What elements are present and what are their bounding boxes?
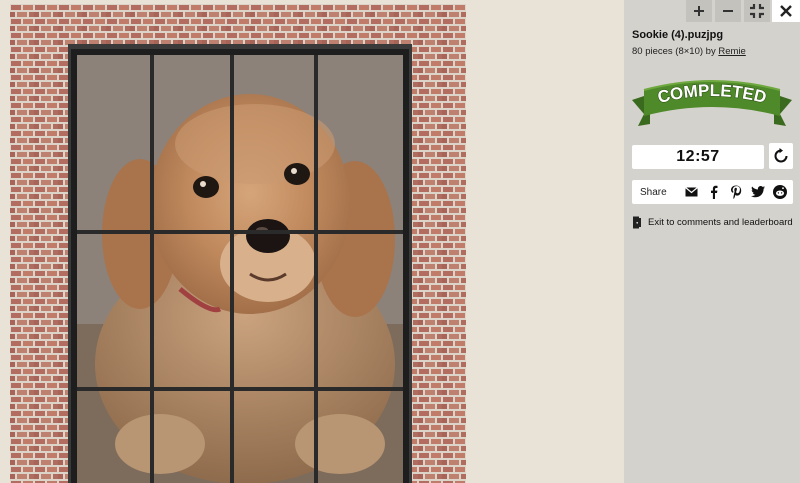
puzzle-sidebar: Sookie (4).puzjpg 80 pieces (8×10) by Re… bbox=[624, 0, 800, 483]
zoom-out-button[interactable] bbox=[715, 0, 741, 22]
author-link[interactable]: Remie bbox=[718, 46, 745, 57]
twitter-icon bbox=[750, 186, 765, 198]
share-bar: Share bbox=[632, 180, 793, 204]
restart-button[interactable] bbox=[769, 143, 793, 169]
plus-icon bbox=[694, 6, 704, 16]
exit-to-comments-link[interactable]: Exit to comments and leaderboard bbox=[632, 216, 793, 229]
exit-link-label: Exit to comments and leaderboard bbox=[648, 217, 793, 228]
minus-icon bbox=[723, 10, 733, 12]
close-icon bbox=[780, 5, 792, 17]
email-icon bbox=[685, 187, 699, 197]
pinterest-share-button[interactable] bbox=[725, 181, 747, 203]
completed-badge: COMPLETED bbox=[630, 70, 794, 130]
restart-icon bbox=[774, 148, 788, 163]
pieces-count: 80 pieces (8×10) by bbox=[632, 46, 719, 57]
puzzle-title: Sookie (4).puzjpg bbox=[632, 29, 724, 41]
timer-display: 12:57 bbox=[632, 145, 764, 169]
reddit-share-button[interactable] bbox=[769, 181, 791, 203]
completed-puzzle-image bbox=[10, 4, 466, 483]
puzzle-meta: 80 pieces (8×10) by Remie bbox=[632, 46, 746, 57]
collapse-icon bbox=[750, 4, 764, 18]
share-label: Share bbox=[640, 186, 667, 198]
close-button[interactable] bbox=[772, 0, 800, 22]
exit-fullscreen-button[interactable] bbox=[744, 0, 770, 22]
puzzle-canvas[interactable] bbox=[0, 0, 624, 483]
zoom-in-button[interactable] bbox=[686, 0, 712, 22]
facebook-share-button[interactable] bbox=[703, 181, 725, 203]
reddit-icon bbox=[772, 185, 787, 199]
door-exit-icon bbox=[633, 216, 641, 229]
pinterest-icon bbox=[730, 185, 741, 199]
email-share-button[interactable] bbox=[681, 181, 703, 203]
twitter-share-button[interactable] bbox=[747, 181, 769, 203]
facebook-icon bbox=[710, 185, 718, 199]
